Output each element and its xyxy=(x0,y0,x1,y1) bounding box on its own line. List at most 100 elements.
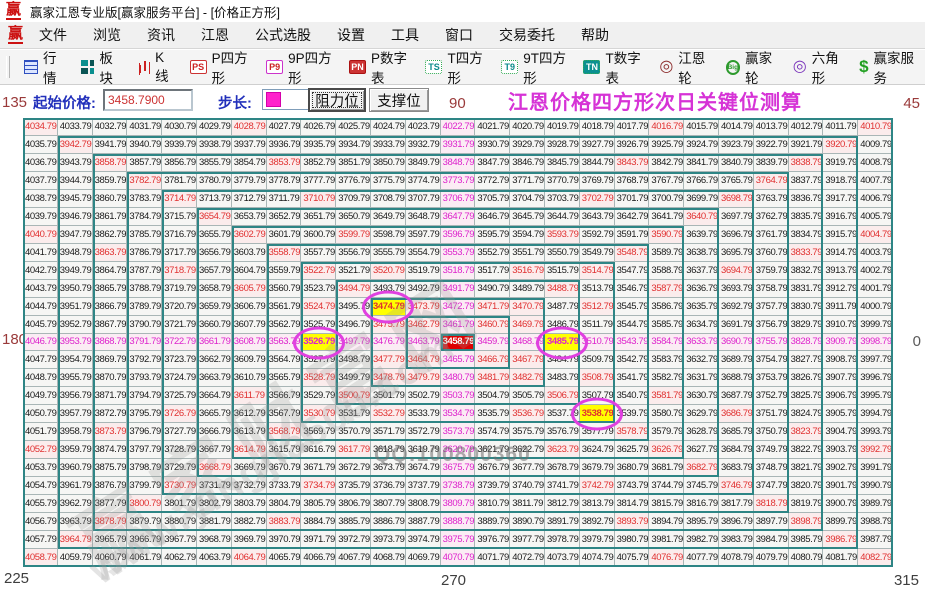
price-cell: 4054.79 xyxy=(23,477,58,495)
price-cell: 3745.79 xyxy=(684,477,719,495)
toolbar-item-quotes-grid[interactable]: 行情 xyxy=(16,47,73,87)
price-cell: 3803.79 xyxy=(232,495,267,513)
price-cell: 4051.79 xyxy=(23,423,58,441)
menu-item-9[interactable]: 帮助 xyxy=(568,25,622,45)
start-price-label: 起始价格: xyxy=(33,92,96,113)
price-cell: 3772.79 xyxy=(475,172,510,190)
price-cell: 3469.79 xyxy=(510,316,545,334)
resistance-button[interactable]: 阻力位 xyxy=(308,88,366,112)
toolbar-item-t9[interactable]: T99T四方形 xyxy=(493,47,575,87)
price-cell: 3509.79 xyxy=(580,351,615,369)
price-cell: 3903.79 xyxy=(823,441,858,459)
price-cell: 3688.79 xyxy=(719,369,754,387)
price-cell: 3719.79 xyxy=(162,280,197,298)
toolbar-item-dollar[interactable]: 赢家服务 xyxy=(851,47,925,87)
price-cell: 3764.79 xyxy=(754,172,789,190)
price-cell: 3647.79 xyxy=(441,208,476,226)
start-price-input[interactable] xyxy=(103,89,193,111)
price-cell: 4004.79 xyxy=(858,226,893,244)
price-cell: 3535.79 xyxy=(475,405,510,423)
menu-item-6[interactable]: 工具 xyxy=(378,25,432,45)
price-cell: 3836.79 xyxy=(789,190,824,208)
menu-item-3[interactable]: 江恩 xyxy=(188,25,242,45)
price-cell: 3872.79 xyxy=(93,405,128,423)
price-cell: 3722.79 xyxy=(162,334,197,352)
price-cell: 3767.79 xyxy=(649,172,684,190)
price-cell: 3627.79 xyxy=(684,441,719,459)
price-cell: 3989.79 xyxy=(858,495,893,513)
price-cell: 3534.79 xyxy=(441,405,476,423)
price-cell: 3582.79 xyxy=(649,369,684,387)
price-cell: 3581.79 xyxy=(649,387,684,405)
toolbar-item-gann-wheel[interactable]: 江恩轮 xyxy=(651,47,717,87)
price-cell: 3536.79 xyxy=(510,405,545,423)
price-cell: 3463.79 xyxy=(406,334,441,352)
support-button[interactable]: 支撑位 xyxy=(369,88,429,112)
toolbar-item-ps[interactable]: PSP四方形 xyxy=(182,47,258,87)
toolbar-item-blocks[interactable]: 板块 xyxy=(73,47,130,87)
window-title: 赢家江恩专业版[赢家服务平台] - [价格正方形] xyxy=(30,2,280,21)
menu-item-1[interactable]: 浏览 xyxy=(80,25,134,45)
price-cell: 3848.79 xyxy=(441,154,476,172)
price-cell: 3496.79 xyxy=(336,316,371,334)
toolbar-item-label: 赢家轮 xyxy=(745,47,777,87)
price-cell: 3873.79 xyxy=(93,423,128,441)
price-cell: 4017.79 xyxy=(615,118,650,136)
menu-item-0[interactable]: 文件 xyxy=(26,25,80,45)
price-cell: 3593.79 xyxy=(545,226,580,244)
price-cell: 4066.79 xyxy=(301,549,336,567)
toolbar-item-tn[interactable]: TNT数字表 xyxy=(575,47,651,87)
toolbar-item-kline[interactable]: K线 xyxy=(130,50,182,85)
price-cell: 3849.79 xyxy=(406,154,441,172)
price-cell: 4038.79 xyxy=(23,190,58,208)
price-cell: 3968.79 xyxy=(197,531,232,549)
price-cell: 3982.79 xyxy=(684,531,719,549)
angle-label-315: 315 xyxy=(894,572,919,589)
price-cell: 3879.79 xyxy=(127,513,162,531)
price-cell: 3810.79 xyxy=(475,495,510,513)
price-cell: 3841.79 xyxy=(684,154,719,172)
price-cell: 3696.79 xyxy=(719,226,754,244)
toolbar-item-pn[interactable]: PNP数字表 xyxy=(341,47,417,87)
price-cell: 3868.79 xyxy=(93,334,128,352)
price-cell: 3766.79 xyxy=(684,172,719,190)
menu-item-7[interactable]: 窗口 xyxy=(432,25,486,45)
price-cell: 3564.79 xyxy=(267,351,302,369)
price-cell: 3929.79 xyxy=(510,136,545,154)
price-cell: 3998.79 xyxy=(858,334,893,352)
toolbar-item-hexagon-wheel[interactable]: 六角形 xyxy=(785,47,851,87)
price-cell: 3595.79 xyxy=(475,226,510,244)
angle-label-135: 135 xyxy=(2,94,27,111)
toolbar-item-ts[interactable]: TST四方形 xyxy=(417,47,493,87)
price-cell: 3939.79 xyxy=(162,136,197,154)
price-cell: 3811.79 xyxy=(510,495,545,513)
price-cell: 3614.79 xyxy=(232,441,267,459)
price-cell: 3460.79 xyxy=(475,316,510,334)
price-cell: 3549.79 xyxy=(580,244,615,262)
price-cell: 3899.79 xyxy=(823,513,858,531)
price-cell: 3677.79 xyxy=(510,459,545,477)
price-cell: 3474.79 xyxy=(371,298,406,316)
price-cell: 3860.79 xyxy=(93,190,128,208)
price-cell: 3705.79 xyxy=(475,190,510,208)
menu-item-8[interactable]: 交易委托 xyxy=(486,25,568,45)
price-cell: 3649.79 xyxy=(371,208,406,226)
menu-item-2[interactable]: 资讯 xyxy=(134,25,188,45)
price-cell: 3763.79 xyxy=(754,190,789,208)
toolbar-item-label: P数字表 xyxy=(371,47,409,87)
toolbar-item-winner-wheel[interactable]: Big赢家轮 xyxy=(718,47,785,87)
toolbar-item-p9[interactable]: P99P四方形 xyxy=(258,47,341,87)
price-cell: 3660.79 xyxy=(197,316,232,334)
price-cell: 3723.79 xyxy=(162,351,197,369)
price-cell: 3506.79 xyxy=(545,387,580,405)
price-cell: 3654.79 xyxy=(197,208,232,226)
menu-item-5[interactable]: 设置 xyxy=(324,25,378,45)
price-cell: 3951.79 xyxy=(58,298,93,316)
price-cell: 3842.79 xyxy=(649,154,684,172)
price-cell: 3955.79 xyxy=(58,369,93,387)
price-cell: 3572.79 xyxy=(406,423,441,441)
price-cell: 3547.79 xyxy=(615,262,650,280)
tn-badge-icon: TN xyxy=(583,60,600,74)
price-cell: 3768.79 xyxy=(615,172,650,190)
menu-item-4[interactable]: 公式选股 xyxy=(242,25,324,45)
